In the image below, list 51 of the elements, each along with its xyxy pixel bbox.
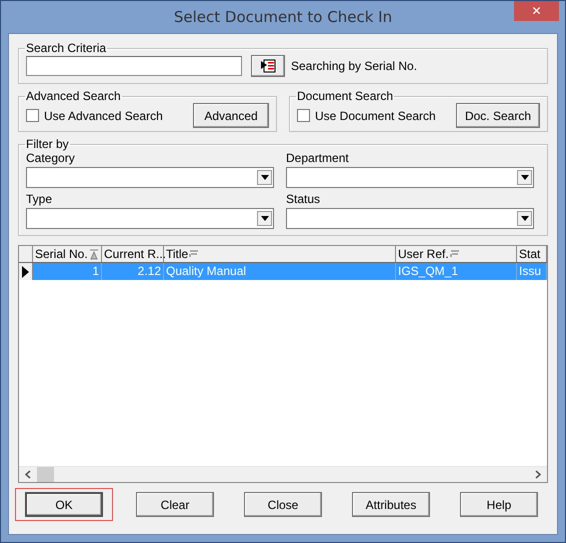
table-cell: IGS_QM_1 <box>396 263 517 280</box>
checkbox[interactable] <box>297 109 310 122</box>
dropdown-field[interactable] <box>286 208 534 229</box>
search-mode-button[interactable] <box>251 55 285 77</box>
filter-label: Department <box>286 151 350 165</box>
column-header[interactable]: Current R... <box>102 246 164 262</box>
search-mode-text: Searching by Serial No. <box>291 59 418 73</box>
filter-label: Category <box>26 151 76 165</box>
group-legend: Document Search <box>296 89 394 103</box>
table-cell: 1 <box>33 263 102 280</box>
filter-label: Type <box>26 192 54 206</box>
window-title: Select Document to Check In <box>174 8 392 26</box>
dropdown-arrow-icon <box>520 216 528 221</box>
close-button[interactable]: ✕ <box>514 1 559 21</box>
search-field[interactable] <box>26 56 242 76</box>
group-legend: Filter by <box>25 137 70 151</box>
table-cell: 2.12 <box>102 263 164 280</box>
table-cell: Issu <box>517 263 547 280</box>
dialog-button[interactable]: Help <box>460 492 538 517</box>
dropdown-field[interactable] <box>26 167 274 188</box>
scroll-left-icon[interactable] <box>25 470 31 479</box>
column-header[interactable]: Serial No. <box>33 246 102 262</box>
filter-icon <box>450 250 460 258</box>
list-icon <box>260 59 276 73</box>
dropdown-arrow-icon <box>260 216 268 221</box>
dropdown-arrow-icon <box>260 175 268 180</box>
scroll-right-icon[interactable] <box>535 470 541 479</box>
table-cell: Quality Manual <box>164 263 396 280</box>
dropdown-arrow-icon <box>520 175 528 180</box>
dialog-button[interactable]: Attributes <box>352 492 430 517</box>
dialog-button[interactable]: Close <box>244 492 322 517</box>
group-legend: Advanced Search <box>25 89 122 103</box>
column-header[interactable]: User Ref. <box>396 246 517 262</box>
search-button[interactable]: Advanced <box>193 103 269 128</box>
filter-icon <box>189 250 200 258</box>
search-button[interactable]: Doc. Search <box>456 103 540 128</box>
scroll-thumb[interactable] <box>37 467 54 482</box>
checkbox[interactable] <box>26 109 39 122</box>
filter-label: Status <box>286 192 322 206</box>
dropdown-field[interactable] <box>26 208 274 229</box>
row-pointer-icon <box>22 266 29 278</box>
dialog-button[interactable]: Clear <box>136 492 214 517</box>
checkbox-option[interactable]: Use Document Search <box>297 108 436 122</box>
group-legend: Search Criteria <box>25 41 108 55</box>
sort-icon <box>88 248 99 260</box>
column-header[interactable]: Title <box>164 246 396 262</box>
dropdown-field[interactable] <box>286 167 534 188</box>
dialog-button[interactable]: OK <box>25 492 103 517</box>
horizontal-scrollbar[interactable] <box>19 466 547 482</box>
checkbox-option[interactable]: Use Advanced Search <box>26 108 163 122</box>
column-header[interactable]: Stat <box>517 246 547 262</box>
